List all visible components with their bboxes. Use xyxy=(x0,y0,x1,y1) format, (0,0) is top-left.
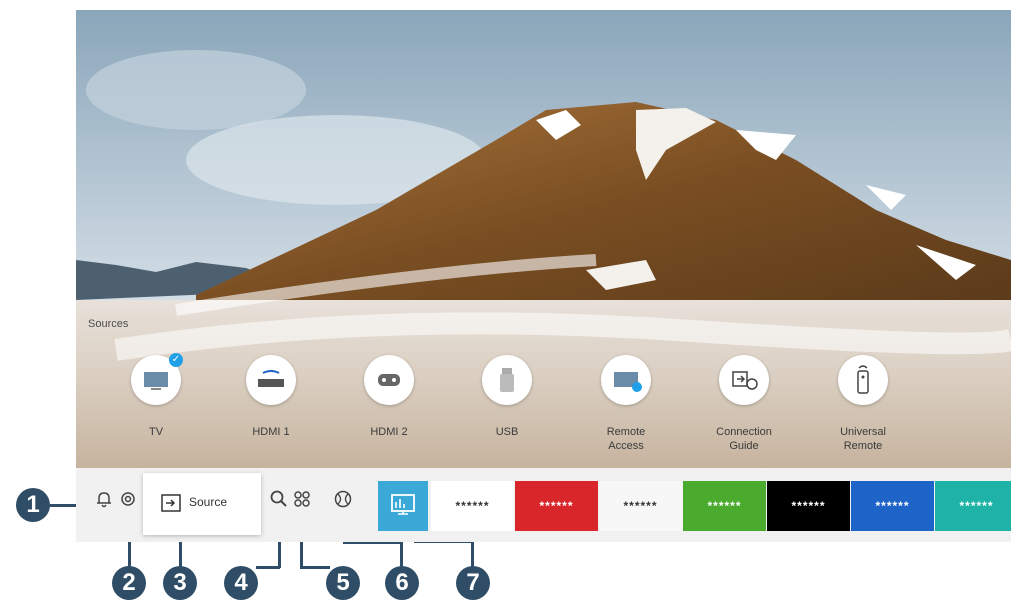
app-tile-3[interactable]: ****** xyxy=(599,481,682,531)
featured-screen-icon xyxy=(391,494,415,515)
source-label-tv: TV xyxy=(148,426,164,438)
app-tile-1[interactable]: ****** xyxy=(431,481,514,531)
connection-guide-icon xyxy=(732,371,758,390)
home-bottom-bar: Source ****** ****** ****** ****** *****… xyxy=(76,468,1011,542)
gear-settings-icon[interactable] xyxy=(117,488,139,510)
source-label-universal-remote: Universal Remote xyxy=(840,426,886,452)
source-item-connection-guide[interactable]: Connection Guide xyxy=(689,355,799,465)
source-item-usb[interactable]: USB xyxy=(452,355,562,465)
app-tile-5[interactable]: ****** xyxy=(767,481,850,531)
source-label-hdmi-1: HDMI 1 xyxy=(252,426,290,438)
callout-4-leader xyxy=(256,566,280,569)
game-console-icon xyxy=(378,374,400,386)
source-item-hdmi-1[interactable]: HDMI 1 xyxy=(216,355,326,465)
callout-1: 1 xyxy=(16,488,50,522)
source-input-icon xyxy=(161,494,181,512)
source-item-universal-remote[interactable]: Universal Remote xyxy=(808,355,918,465)
sports-ball-icon[interactable] xyxy=(332,488,354,510)
search-icon[interactable] xyxy=(268,488,290,510)
tv-screen: Sources ✓ TV HDMI 1 HDMI 2 USB Remote Ac… xyxy=(76,10,1011,542)
source-item-remote-access[interactable]: Remote Access xyxy=(571,355,681,465)
app-tile-2[interactable]: ****** xyxy=(515,481,598,531)
source-button-label: Source xyxy=(189,495,228,509)
source-label-hdmi-2: HDMI 2 xyxy=(370,426,408,438)
source-item-tv[interactable]: ✓ TV xyxy=(101,353,211,465)
source-item-hdmi-2[interactable]: HDMI 2 xyxy=(334,355,444,465)
source-label-usb: USB xyxy=(495,426,519,438)
apps-grid-icon[interactable] xyxy=(291,488,313,510)
app-tile-6[interactable]: ****** xyxy=(851,481,934,531)
app-tile-4[interactable]: ****** xyxy=(683,481,766,531)
callout-3: 3 xyxy=(163,566,197,600)
remote-access-icon xyxy=(614,372,642,392)
source-button[interactable]: Source xyxy=(143,473,261,535)
callout-7: 7 xyxy=(456,566,490,600)
source-label-connection-guide: Connection Guide xyxy=(716,426,772,452)
app-tile-7[interactable]: ****** xyxy=(935,481,1011,531)
callout-5-leader-h xyxy=(300,566,330,569)
callout-6: 6 xyxy=(385,566,419,600)
callout-4: 4 xyxy=(224,566,258,600)
featured-app-tile[interactable] xyxy=(378,481,428,531)
source-label-remote-access: Remote Access xyxy=(606,426,646,452)
sources-title: Sources xyxy=(88,318,129,330)
universal-remote-icon xyxy=(857,365,869,394)
bell-notification-icon[interactable] xyxy=(93,488,115,510)
selected-check-icon: ✓ xyxy=(169,353,183,367)
callout-2: 2 xyxy=(112,566,146,600)
callout-5: 5 xyxy=(326,566,360,600)
bluray-player-icon xyxy=(258,370,284,387)
usb-icon xyxy=(500,368,514,392)
